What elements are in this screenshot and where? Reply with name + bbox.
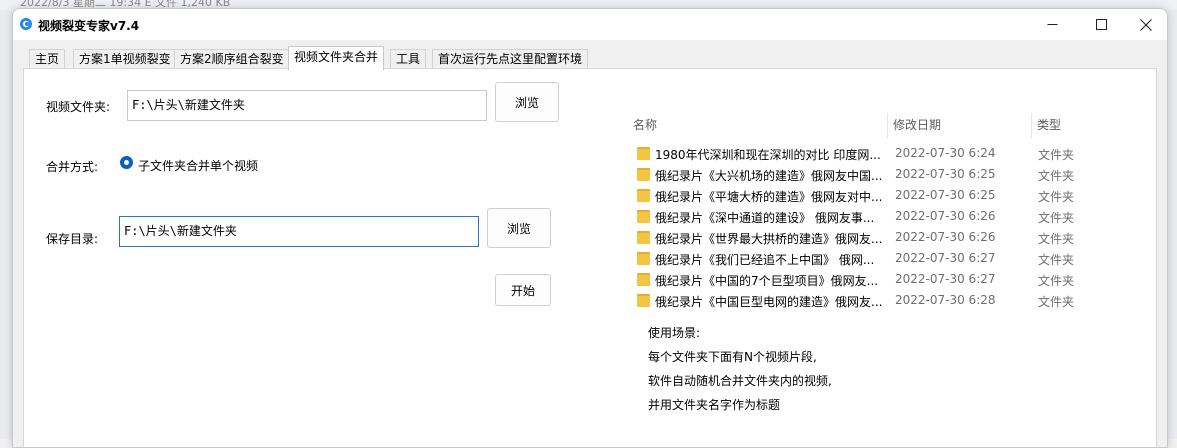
background-right-edge <box>1168 10 1177 439</box>
merge-mode-label: 合并方式: <box>46 160 99 174</box>
folder-row[interactable]: 俄纪录片《中国的7个巨型项目》俄网友... 2022-07-30 6:27 文件… <box>633 269 1093 290</box>
tab-single-video-fission[interactable]: 方案1单视频裂变 <box>73 49 177 68</box>
folder-row[interactable]: 俄纪录片《平塘大桥的建造》俄网友对中... 2022-07-30 6:25 文件… <box>633 185 1093 206</box>
browse-video-folder-button[interactable]: 浏览 <box>495 82 559 122</box>
folder-icon <box>637 147 650 160</box>
folder-name: 俄纪录片《中国巨型电网的建造》俄网友... <box>655 295 883 309</box>
folder-type: 文件夹 <box>1038 169 1075 183</box>
tab-strip: 主页 方案1单视频裂变 方案2顺序组合裂变 视频文件夹合并 工具 首次运行先点这… <box>13 45 1167 70</box>
video-folder-input[interactable]: F:\片头\新建文件夹 <box>127 90 487 121</box>
column-type-header[interactable]: 类型 <box>1037 116 1061 140</box>
usage-description: 使用场景: 每个文件夹下面有N个视频片段, 软件自动随机合并文件夹内的视频, 并… <box>648 321 832 417</box>
folder-name: 1980年代深圳和现在深圳的对比 印度网... <box>655 148 881 162</box>
folder-row[interactable]: 俄纪录片《深中通道的建设》 俄网友事... 2022-07-30 6:26 文件… <box>633 206 1093 227</box>
maximize-button[interactable] <box>1078 9 1124 40</box>
folder-name: 俄纪录片《平塘大桥的建造》俄网友对中... <box>655 190 883 204</box>
folder-type: 文件夹 <box>1038 211 1075 225</box>
folder-date: 2022-07-30 6:27 <box>895 251 996 265</box>
tab-home[interactable]: 主页 <box>29 49 66 68</box>
folder-icon <box>637 210 650 223</box>
folder-date: 2022-07-30 6:24 <box>895 146 996 160</box>
column-name-header[interactable]: 名称 <box>633 116 657 140</box>
background-left-edge <box>0 10 12 439</box>
save-dir-input[interactable]: F:\片头\新建文件夹 <box>119 216 479 247</box>
folder-icon <box>637 252 650 265</box>
usage-line: 使用场景: <box>648 326 701 340</box>
start-button[interactable]: 开始 <box>495 274 551 306</box>
column-date-header[interactable]: 修改日期 <box>893 116 941 140</box>
tab-video-folder-merge[interactable]: 视频文件夹合并 <box>288 46 385 70</box>
column-separator <box>1031 113 1032 139</box>
usage-line: 每个文件夹下面有N个视频片段, <box>648 350 817 364</box>
folder-icon <box>637 189 650 202</box>
folder-row[interactable]: 俄纪录片《我们已经追不上中国》 俄网... 2022-07-30 6:27 文件… <box>633 248 1093 269</box>
usage-line: 软件自动随机合并文件夹内的视频, <box>648 374 832 388</box>
folder-type: 文件夹 <box>1038 295 1075 309</box>
column-separator <box>887 113 888 139</box>
folder-date: 2022-07-30 6:27 <box>895 272 996 286</box>
app-window: 视频裂变专家v7.4 主页 方案1单视频裂变 方案2顺序组合裂变 视频文件夹合并… <box>12 8 1168 448</box>
save-dir-label: 保存目录: <box>46 232 99 246</box>
folder-name: 俄纪录片《我们已经追不上中国》 俄网... <box>655 253 875 267</box>
tab-tools[interactable]: 工具 <box>390 49 427 68</box>
folder-icon <box>637 294 650 307</box>
folder-row[interactable]: 1980年代深圳和现在深圳的对比 印度网... 2022-07-30 6:24 … <box>633 143 1093 164</box>
folder-type: 文件夹 <box>1038 190 1075 204</box>
folder-name: 俄纪录片《大兴机场的建造》俄网友中国... <box>655 169 883 183</box>
merge-panel: 视频文件夹: F:\片头\新建文件夹 浏览 合并方式: 子文件夹合并单个视频 保… <box>23 68 1157 447</box>
merge-mode-radio[interactable] <box>120 156 133 169</box>
maximize-icon <box>1095 19 1107 30</box>
video-folder-label: 视频文件夹: <box>46 100 111 114</box>
folder-date: 2022-07-30 6:26 <box>895 230 996 244</box>
folder-date: 2022-07-30 6:25 <box>895 167 996 181</box>
folder-type: 文件夹 <box>1038 232 1075 246</box>
folder-type: 文件夹 <box>1038 148 1075 162</box>
tab-first-run-setup[interactable]: 首次运行先点这里配置环境 <box>432 49 589 68</box>
close-icon <box>1140 18 1152 31</box>
folder-icon <box>637 273 650 286</box>
folder-type: 文件夹 <box>1038 274 1075 288</box>
folder-name: 俄纪录片《中国的7个巨型项目》俄网友... <box>655 274 879 288</box>
folder-icon <box>637 231 650 244</box>
window-title: 视频裂变专家v7.4 <box>38 19 140 33</box>
folder-date: 2022-07-30 6:28 <box>895 293 996 307</box>
folder-date: 2022-07-30 6:25 <box>895 188 996 202</box>
folder-icon <box>637 168 650 181</box>
folder-type: 文件夹 <box>1038 253 1075 267</box>
folder-name: 俄纪录片《深中通道的建设》 俄网友事... <box>655 211 875 225</box>
minimize-button[interactable] <box>1029 9 1075 40</box>
app-logo-icon <box>20 18 32 30</box>
folder-row[interactable]: 俄纪录片《中国巨型电网的建造》俄网友... 2022-07-30 6:28 文件… <box>633 290 1093 311</box>
usage-line: 并用文件夹名字作为标题 <box>648 398 781 412</box>
folder-name: 俄纪录片《世界最大拱桥的建造》俄网友... <box>655 232 883 246</box>
folder-date: 2022-07-30 6:26 <box>895 209 996 223</box>
folder-row[interactable]: 俄纪录片《世界最大拱桥的建造》俄网友... 2022-07-30 6:26 文件… <box>633 227 1093 248</box>
folder-row[interactable]: 俄纪录片《大兴机场的建造》俄网友中国... 2022-07-30 6:25 文件… <box>633 164 1093 185</box>
tab-sequential-combo-fission[interactable]: 方案2顺序组合裂变 <box>174 49 290 68</box>
close-button[interactable] <box>1123 9 1167 40</box>
browse-save-dir-button[interactable]: 浏览 <box>487 208 551 248</box>
title-bar: 视频裂变专家v7.4 <box>13 9 1167 40</box>
merge-mode-option-label[interactable]: 子文件夹合并单个视频 <box>138 157 258 174</box>
minimize-icon <box>1047 24 1057 25</box>
